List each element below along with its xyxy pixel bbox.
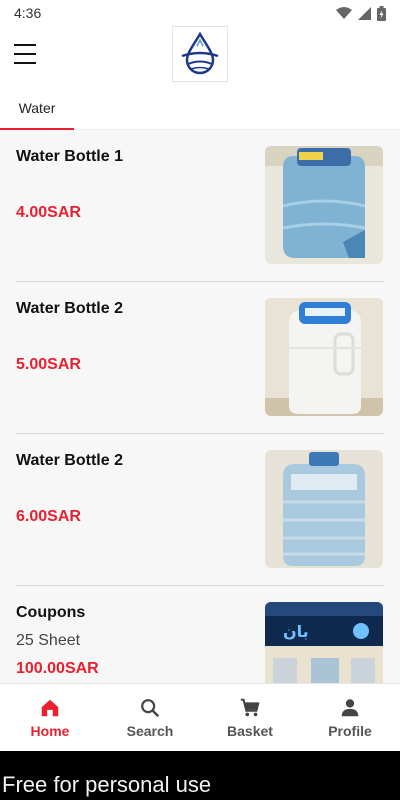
app-logo: [172, 26, 228, 82]
product-item[interactable]: Water Bottle 2 5.00SAR: [0, 282, 400, 434]
nav-basket[interactable]: Basket: [200, 684, 300, 751]
product-price: 5.00SAR: [16, 356, 81, 373]
wifi-icon: [336, 6, 352, 19]
product-subtitle: 25 Sheet: [16, 632, 81, 649]
signal-icon: [358, 6, 371, 20]
search-icon: [141, 698, 160, 717]
product-price: 4.00SAR: [16, 204, 81, 221]
menu-button[interactable]: [14, 44, 36, 64]
cart-icon: [240, 698, 260, 716]
person-icon: [341, 698, 359, 716]
product-image: [265, 450, 383, 568]
product-name: Water Bottle 2: [16, 452, 123, 469]
nav-label: Basket: [227, 722, 273, 739]
product-name: Water Bottle 1: [16, 148, 123, 165]
status-bar: 4:36: [0, 0, 400, 26]
app-bar: [0, 26, 400, 86]
product-item[interactable]: Coupons 25 Sheet 100.00SAR بان: [0, 586, 400, 683]
nav-label: Profile: [328, 722, 372, 739]
product-image: [265, 146, 383, 264]
water-drop-logo-icon: [181, 32, 219, 75]
bottom-navigation: Home Search Basket Profile: [0, 683, 400, 751]
tab-label: Water: [18, 100, 56, 116]
product-name: Coupons: [16, 604, 86, 621]
product-image: بان: [265, 602, 383, 683]
nav-search[interactable]: Search: [100, 684, 200, 751]
product-price: 100.00SAR: [16, 660, 99, 677]
nav-home[interactable]: Home: [0, 684, 100, 751]
product-price: 6.00SAR: [16, 508, 81, 525]
product-image: [265, 298, 383, 416]
nav-label: Search: [126, 722, 174, 739]
product-item[interactable]: Water Bottle 2 6.00SAR: [0, 434, 400, 586]
nav-label: Home: [30, 722, 70, 739]
product-item[interactable]: Water Bottle 1 4.00SAR: [0, 130, 400, 282]
status-icons: [336, 5, 386, 21]
watermark-text: Free for personal use: [2, 772, 212, 797]
home-icon: [41, 699, 59, 716]
shop-sign-text: بان: [283, 622, 309, 641]
product-name: Water Bottle 2: [16, 300, 123, 317]
menu-icon: [14, 44, 36, 46]
product-list: Water Bottle 1 4.00SAR Water Bottle 2 5.…: [0, 130, 400, 683]
category-tabs: Water: [0, 86, 400, 130]
nav-profile[interactable]: Profile: [300, 684, 400, 751]
status-time: 4:36: [14, 5, 42, 21]
tab-water[interactable]: Water: [0, 86, 74, 130]
battery-icon: [377, 5, 386, 21]
